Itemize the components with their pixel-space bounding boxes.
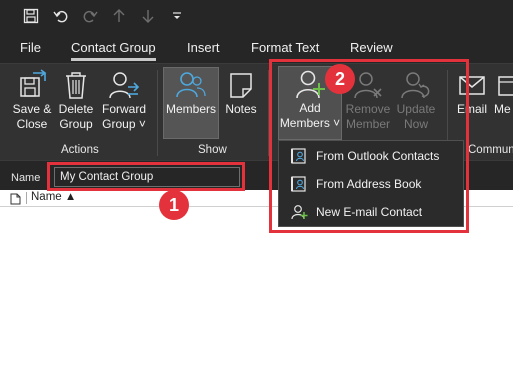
save-close-button[interactable]: Save & Close — [9, 68, 55, 148]
trash-icon — [59, 68, 93, 102]
notes-label: Notes — [225, 102, 257, 116]
members-view-label: Members — [165, 102, 216, 116]
meeting-button[interactable]: Me — [494, 68, 513, 148]
ribbon-separator — [157, 70, 158, 156]
quick-access-toolbar — [0, 0, 513, 33]
down-arrow-icon[interactable] — [138, 6, 158, 26]
redo-icon[interactable] — [80, 6, 100, 26]
undo-icon[interactable] — [51, 6, 71, 26]
delete-group-button[interactable]: Delete Group — [56, 68, 96, 148]
show-group-label: Show — [198, 144, 227, 156]
tab-insert[interactable]: Insert — [187, 40, 220, 55]
forward-group-icon — [107, 68, 141, 102]
name-label: Name — [11, 172, 41, 184]
column-divider — [26, 192, 27, 204]
members-view-button[interactable]: Members — [163, 67, 219, 139]
name-column-header[interactable]: Name ▲ — [31, 191, 76, 203]
tab-format-text[interactable]: Format Text — [251, 40, 319, 55]
forward-group-button[interactable]: Forward Group ˅ — [99, 68, 149, 148]
delete-group-label-1: Delete — [58, 102, 94, 116]
tab-review[interactable]: Review — [350, 40, 393, 55]
communicate-group-label: Communic — [468, 144, 513, 156]
step-badge-1: 1 — [159, 190, 189, 220]
save-close-label-1: Save & — [12, 102, 52, 116]
notes-button[interactable]: Notes — [222, 68, 260, 148]
save-icon[interactable] — [21, 6, 41, 26]
forward-group-label-1: Forward — [101, 102, 146, 116]
forward-group-label-2: Group ˅ — [102, 117, 146, 131]
tab-contact-group[interactable]: Contact Group — [71, 40, 156, 61]
note-icon — [224, 68, 258, 102]
highlight-box-add-members — [269, 59, 469, 233]
customize-icon[interactable] — [167, 6, 187, 26]
delete-group-label-2: Group — [59, 117, 93, 131]
meeting-label: Me — [494, 102, 511, 116]
document-icon — [10, 192, 21, 210]
up-arrow-icon[interactable] — [109, 6, 129, 26]
members-icon — [174, 68, 208, 102]
calendar-icon — [494, 68, 513, 102]
actions-group-label: Actions — [61, 144, 99, 156]
save-close-icon — [15, 68, 49, 102]
step-badge-2: 2 — [325, 64, 355, 94]
highlight-box-name-field — [47, 162, 245, 191]
tab-file[interactable]: File — [20, 40, 41, 55]
save-close-label-2: Close — [16, 117, 48, 131]
